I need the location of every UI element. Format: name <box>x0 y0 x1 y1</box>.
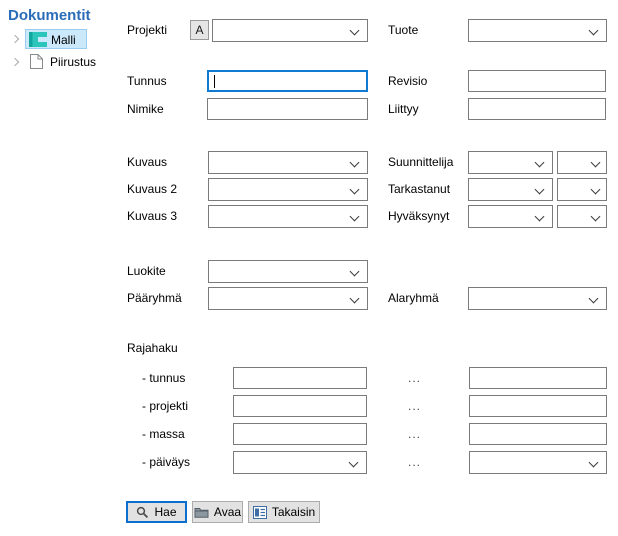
chevron-down-icon <box>535 212 545 222</box>
range-separator: ... <box>408 423 421 446</box>
chevron-down-icon <box>589 294 599 304</box>
drawing-icon <box>29 53 44 70</box>
range-separator: ... <box>408 395 421 418</box>
chevron-down-icon <box>591 185 601 195</box>
chevron-down-icon <box>591 158 601 168</box>
paaryhma-combobox[interactable] <box>208 287 368 310</box>
tarkastanut-label: Tarkastanut <box>388 178 450 201</box>
projekti-combobox[interactable] <box>212 19 368 42</box>
tarkastanut-combobox-2[interactable] <box>557 178 607 201</box>
chevron-down-icon <box>589 26 599 36</box>
paaryhma-label: Pääryhmä <box>127 287 182 310</box>
chevron-down-icon <box>350 185 360 195</box>
model-icon <box>29 32 47 47</box>
rajahaku-massa-min-input[interactable] <box>233 423 367 445</box>
chevron-down-icon <box>591 212 601 222</box>
tarkastanut-combobox-1[interactable] <box>468 178 553 201</box>
chevron-down-icon <box>349 458 359 468</box>
folder-open-icon <box>194 506 209 518</box>
nimike-label: Nimike <box>127 98 164 121</box>
revisio-input[interactable] <box>468 70 606 92</box>
chevron-down-icon <box>589 458 599 468</box>
luokite-label: Luokite <box>127 260 166 283</box>
tree-item-malli[interactable]: Malli <box>25 29 87 49</box>
hyvaksynyt-combobox-2[interactable] <box>557 205 607 228</box>
tunnus-label: Tunnus <box>127 70 167 93</box>
rajahaku-massa-max-input[interactable] <box>469 423 607 445</box>
hyvaksynyt-label: Hyväksynyt <box>388 205 449 228</box>
kuvaus3-label: Kuvaus 3 <box>127 205 177 228</box>
liittyy-input[interactable] <box>468 98 606 120</box>
rajahaku-tunnus-max-input[interactable] <box>469 367 607 389</box>
search-icon <box>136 506 149 519</box>
hyvaksynyt-combobox-1[interactable] <box>468 205 553 228</box>
chevron-down-icon <box>350 158 360 168</box>
expander-chevron-icon[interactable] <box>11 58 19 66</box>
chevron-down-icon <box>535 158 545 168</box>
kuvaus2-combobox[interactable] <box>208 178 368 201</box>
projekti-a-button[interactable]: A <box>190 20 209 40</box>
chevron-down-icon <box>350 212 360 222</box>
button-label: Hae <box>154 505 176 519</box>
projekti-label: Projekti <box>127 19 167 42</box>
tuote-label: Tuote <box>388 19 418 42</box>
details-list-icon <box>253 506 267 519</box>
tuote-combobox[interactable] <box>468 19 607 42</box>
rajahaku-paivays-min-combobox[interactable] <box>233 451 367 474</box>
revisio-label: Revisio <box>388 70 427 93</box>
panel-title: Dokumentit <box>8 7 91 24</box>
chevron-down-icon <box>350 267 360 277</box>
range-separator: ... <box>408 451 421 474</box>
chevron-down-icon <box>350 294 360 304</box>
rajahaku-massa-label: - massa <box>142 423 185 446</box>
alaryhma-combobox[interactable] <box>468 287 607 310</box>
rajahaku-title: Rajahaku <box>127 337 178 360</box>
luokite-combobox[interactable] <box>208 260 368 283</box>
text-caret <box>214 75 215 88</box>
suunnittelija-label: Suunnittelija <box>388 151 453 174</box>
chevron-down-icon <box>535 185 545 195</box>
expander-chevron-icon[interactable] <box>11 35 19 43</box>
hae-button[interactable]: Hae <box>126 501 187 523</box>
tree-item-piirustus[interactable]: Piirustus <box>25 52 105 72</box>
kuvaus3-combobox[interactable] <box>208 205 368 228</box>
alaryhma-label: Alaryhmä <box>388 287 439 310</box>
kuvaus2-label: Kuvaus 2 <box>127 178 177 201</box>
rajahaku-paivays-label: - päiväys <box>142 451 190 474</box>
avaa-button[interactable]: Avaa <box>192 501 243 523</box>
tree-item-label: Malli <box>51 30 76 50</box>
tree-item-label: Piirustus <box>50 52 96 72</box>
button-label: Takaisin <box>272 505 315 519</box>
nimike-input[interactable] <box>207 98 368 120</box>
rajahaku-projekti-min-input[interactable] <box>233 395 367 417</box>
kuvaus-combobox[interactable] <box>208 151 368 174</box>
suunnittelija-combobox-1[interactable] <box>468 151 553 174</box>
rajahaku-tunnus-label: - tunnus <box>142 367 185 390</box>
tunnus-input[interactable] <box>207 70 368 92</box>
takaisin-button[interactable]: Takaisin <box>248 501 320 523</box>
kuvaus-label: Kuvaus <box>127 151 167 174</box>
rajahaku-paivays-max-combobox[interactable] <box>469 451 607 474</box>
rajahaku-projekti-max-input[interactable] <box>469 395 607 417</box>
button-label: Avaa <box>214 505 241 519</box>
rajahaku-tunnus-min-input[interactable] <box>233 367 367 389</box>
range-separator: ... <box>408 367 421 390</box>
suunnittelija-combobox-2[interactable] <box>557 151 607 174</box>
rajahaku-projekti-label: - projekti <box>142 395 188 418</box>
chevron-down-icon <box>350 26 360 36</box>
liittyy-label: Liittyy <box>388 98 419 121</box>
